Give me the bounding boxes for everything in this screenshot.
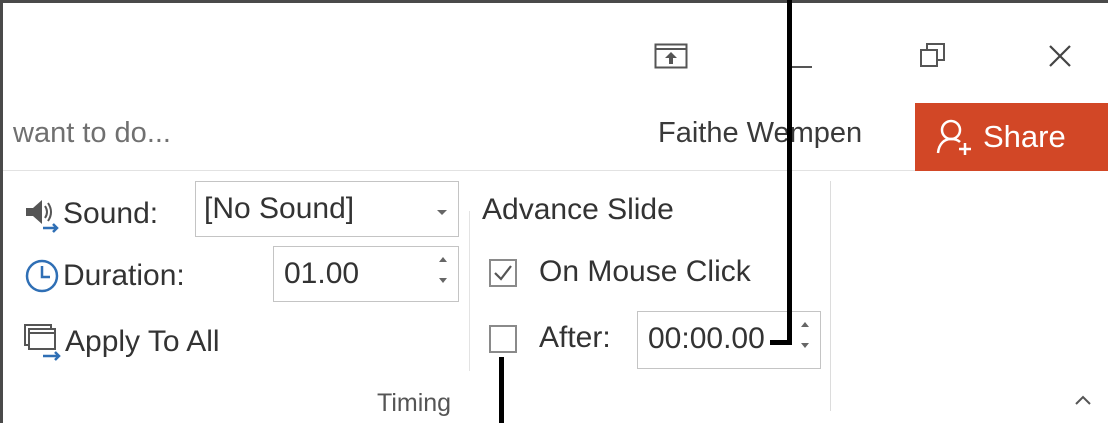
on-mouse-click-label[interactable]: On Mouse Click [539,255,751,289]
ribbon-display-icon [654,43,688,69]
spin-up-icon[interactable] [800,320,810,328]
callout-line-top [787,0,792,343]
speaker-icon [23,194,63,234]
sound-value: [No Sound] [204,192,355,225]
after-checkbox[interactable] [489,325,517,353]
after-time-spinner[interactable]: 00:00.00 [637,311,821,369]
duration-label: Duration: [63,259,185,292]
group-divider [469,211,470,371]
spin-up-icon[interactable] [438,255,448,263]
spin-down-icon[interactable] [800,342,810,350]
after-label[interactable]: After: [539,321,611,355]
spin-down-icon[interactable] [438,277,448,285]
duration-row: Duration: [23,253,185,299]
duration-spinner[interactable]: 01.00 [273,246,459,302]
timing-ribbon-group: Sound: [No Sound] Duration: 01.00 Apply … [3,171,1108,423]
apply-to-all-icon [23,322,65,362]
restore-button[interactable] [908,31,958,81]
close-button[interactable] [1035,31,1085,81]
share-label: Share [983,119,1066,154]
share-button[interactable]: Share [915,103,1108,171]
callout-line-bottom [499,357,504,423]
tell-me-search[interactable]: want to do... [13,117,171,150]
group-separator [830,181,831,411]
callout-line-top-end [770,340,792,345]
ribbon-display-options-button[interactable] [646,31,696,81]
sound-row: Sound: [23,191,158,237]
sound-dropdown[interactable]: [No Sound] [195,181,459,237]
clock-icon [23,256,63,296]
chevron-down-icon[interactable] [436,204,448,222]
timing-group-label: Timing [377,389,452,417]
minimize-button[interactable] [775,31,825,81]
restore-icon [920,43,945,67]
close-icon [1049,45,1071,67]
title-bar [3,3,1108,103]
collapse-ribbon-button[interactable] [1068,385,1098,415]
on-mouse-click-checkbox[interactable] [489,259,517,287]
chevron-up-icon [1075,395,1091,405]
apply-to-all-label: Apply To All [65,325,220,358]
user-name[interactable]: Faithe Wempen [658,117,862,150]
duration-spin-arrows [438,255,448,285]
after-spin-arrows [800,320,810,350]
share-person-icon [936,119,971,155]
apply-to-all-button[interactable]: Apply To All [23,319,220,365]
duration-value: 01.00 [284,257,360,290]
advance-slide-title: Advance Slide [482,193,674,226]
after-time-value: 00:00.00 [648,322,765,355]
account-bar: want to do... Faithe Wempen Share [3,103,1108,171]
sound-label: Sound: [63,197,159,230]
checkmark-icon [494,265,512,281]
